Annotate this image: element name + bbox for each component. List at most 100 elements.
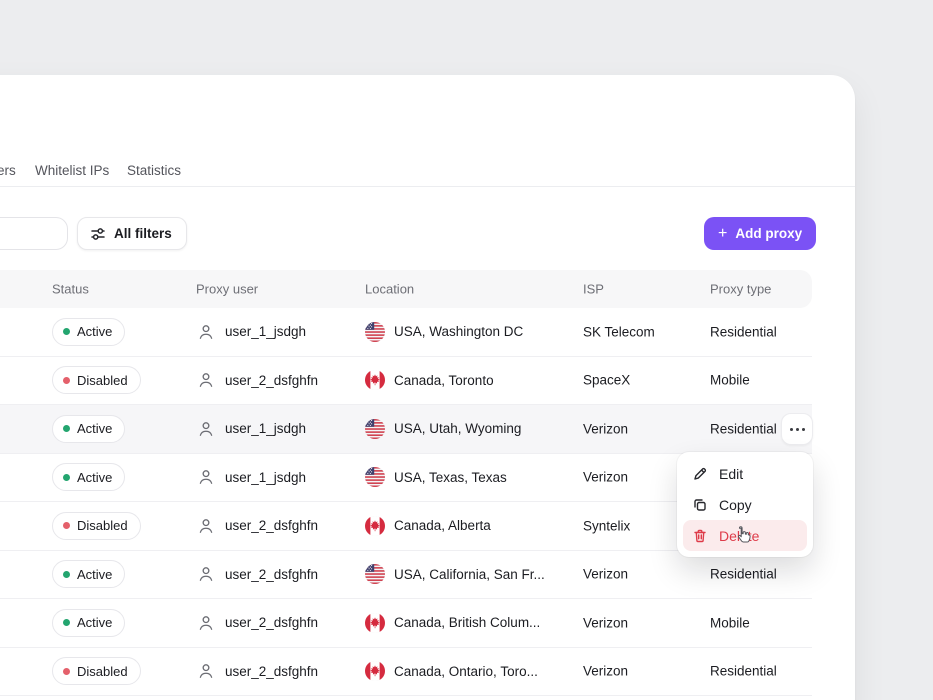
location-label: Canada, Ontario, Toro... <box>394 663 538 679</box>
user-icon <box>196 564 216 584</box>
status-label: Active <box>77 324 113 340</box>
proxy-user-label: user_1_jsdgh <box>225 324 307 340</box>
user-icon <box>196 419 216 439</box>
column-header-isp: ISP <box>583 281 604 297</box>
isp-label: Verizon <box>583 421 629 437</box>
status-badge: Disabled <box>52 511 141 540</box>
tabs-divider <box>0 186 855 187</box>
status-label: Active <box>77 421 113 437</box>
all-filters-label: All filters <box>114 226 172 241</box>
location-label: USA, Washington DC <box>394 324 524 340</box>
canada-flag-icon <box>365 661 385 682</box>
table-row[interactable]: Active user_1_jsdgh USA, Utah, Wyoming Veri… <box>0 405 813 454</box>
isp-label: Syntelix <box>583 518 631 534</box>
usa-flag-icon <box>365 321 385 342</box>
column-header-status: Status <box>52 281 89 297</box>
location-label: USA, Texas, Texas <box>394 469 507 485</box>
canada-flag-icon <box>365 370 385 391</box>
tab-whitelist-ips[interactable]: Whitelist IPs <box>35 163 109 178</box>
status-badge: Active <box>52 608 126 637</box>
status-dot-icon <box>63 570 70 578</box>
canada-flag-icon <box>365 515 385 536</box>
pointer-cursor-icon <box>731 524 753 551</box>
proxy-user-label: user_2_dsfghfn <box>225 566 319 582</box>
table-row[interactable]: Active user_1_jsdgh USA, Washington DC SK T… <box>0 308 812 357</box>
trash-icon <box>692 528 708 544</box>
status-dot-icon <box>63 328 70 336</box>
proxy-user-label: user_2_dsfghfn <box>225 663 319 679</box>
proxy-manager-app: ers Whitelist IPs Statistics All filters… <box>0 0 933 700</box>
copy-icon <box>692 497 708 513</box>
status-dot-icon <box>63 667 70 675</box>
isp-label: Verizon <box>583 469 629 485</box>
status-badge: Active <box>52 317 126 346</box>
proxy-type-label: Residential <box>710 566 777 582</box>
table-row[interactable]: Disabled user_2_dsfghfn Canada, Toronto Spa… <box>0 357 812 405</box>
status-label: Active <box>77 566 113 582</box>
table-row[interactable]: Disabled user_2_dsfghfn Canada, Ontario, T… <box>0 648 812 696</box>
all-filters-button[interactable]: All filters <box>77 217 187 250</box>
tab-users-partial[interactable]: ers <box>0 163 16 178</box>
usa-flag-icon <box>365 418 385 439</box>
isp-label: Verizon <box>583 566 629 582</box>
location-label: USA, California, San Fr... <box>394 566 545 582</box>
table-row[interactable]: Active user_2_dsfghfn USA, California, San… <box>0 551 812 599</box>
proxy-type-label: Residential <box>710 324 777 340</box>
isp-label: SpaceX <box>583 372 631 388</box>
plus-icon: + <box>718 224 728 242</box>
proxy-type-label: Mobile <box>710 372 750 388</box>
menu-item-label: Copy <box>719 496 752 513</box>
menu-item-edit[interactable]: Edit <box>683 458 807 489</box>
proxy-user-label: user_1_jsdgh <box>225 421 307 437</box>
status-label: Disabled <box>77 663 128 679</box>
location-label: Canada, Toronto <box>394 372 494 388</box>
proxy-type-label: Mobile <box>710 615 750 631</box>
isp-label: Verizon <box>583 615 629 631</box>
table-row[interactable]: Active user_2_dsfghfn Canada, British Colu… <box>0 599 812 648</box>
user-icon <box>196 613 216 633</box>
status-dot-icon <box>63 473 70 481</box>
status-badge: Active <box>52 463 126 492</box>
status-badge: Active <box>52 414 126 443</box>
status-dot-icon <box>63 619 70 627</box>
add-proxy-label: Add proxy <box>735 226 803 241</box>
status-label: Disabled <box>77 518 128 534</box>
add-proxy-button[interactable]: + Add proxy <box>704 217 817 250</box>
proxy-user-label: user_2_dsfghfn <box>225 372 319 388</box>
proxy-user-label: user_2_dsfghfn <box>225 615 319 631</box>
tab-statistics[interactable]: Statistics <box>127 163 181 178</box>
isp-label: Verizon <box>583 663 629 679</box>
location-label: USA, Utah, Wyoming <box>394 421 522 437</box>
status-badge: Disabled <box>52 366 141 395</box>
usa-flag-icon <box>365 467 385 488</box>
row-actions-button[interactable] <box>781 413 813 445</box>
filters-sliders-icon <box>90 226 106 242</box>
location-label: Canada, British Colum... <box>394 615 541 631</box>
user-icon <box>196 661 216 681</box>
canada-flag-icon <box>365 612 385 633</box>
edit-icon <box>692 466 708 482</box>
user-icon <box>196 322 216 342</box>
status-label: Active <box>77 615 113 631</box>
status-label: Active <box>77 469 113 485</box>
isp-label: SK Telecom <box>583 324 655 340</box>
user-icon <box>196 370 216 390</box>
proxy-user-label: user_2_dsfghfn <box>225 518 319 534</box>
proxy-type-label: Residential <box>710 421 777 437</box>
column-header-proxy-type: Proxy type <box>710 281 772 297</box>
proxy-user-label: user_1_jsdgh <box>225 469 307 485</box>
usa-flag-icon <box>365 564 385 585</box>
column-header-proxy-user: Proxy user <box>196 281 259 297</box>
status-badge: Disabled <box>52 657 141 686</box>
status-badge: Active <box>52 560 126 589</box>
menu-item-label: Edit <box>719 465 744 482</box>
status-dot-icon <box>63 425 70 433</box>
status-dot-icon <box>63 522 70 530</box>
user-icon <box>196 467 216 487</box>
proxy-type-label: Residential <box>710 663 777 679</box>
status-label: Disabled <box>77 372 128 388</box>
user-icon <box>196 516 216 536</box>
menu-item-copy[interactable]: Copy <box>683 489 807 520</box>
location-label: Canada, Alberta <box>394 518 491 534</box>
search-input[interactable] <box>0 217 68 250</box>
